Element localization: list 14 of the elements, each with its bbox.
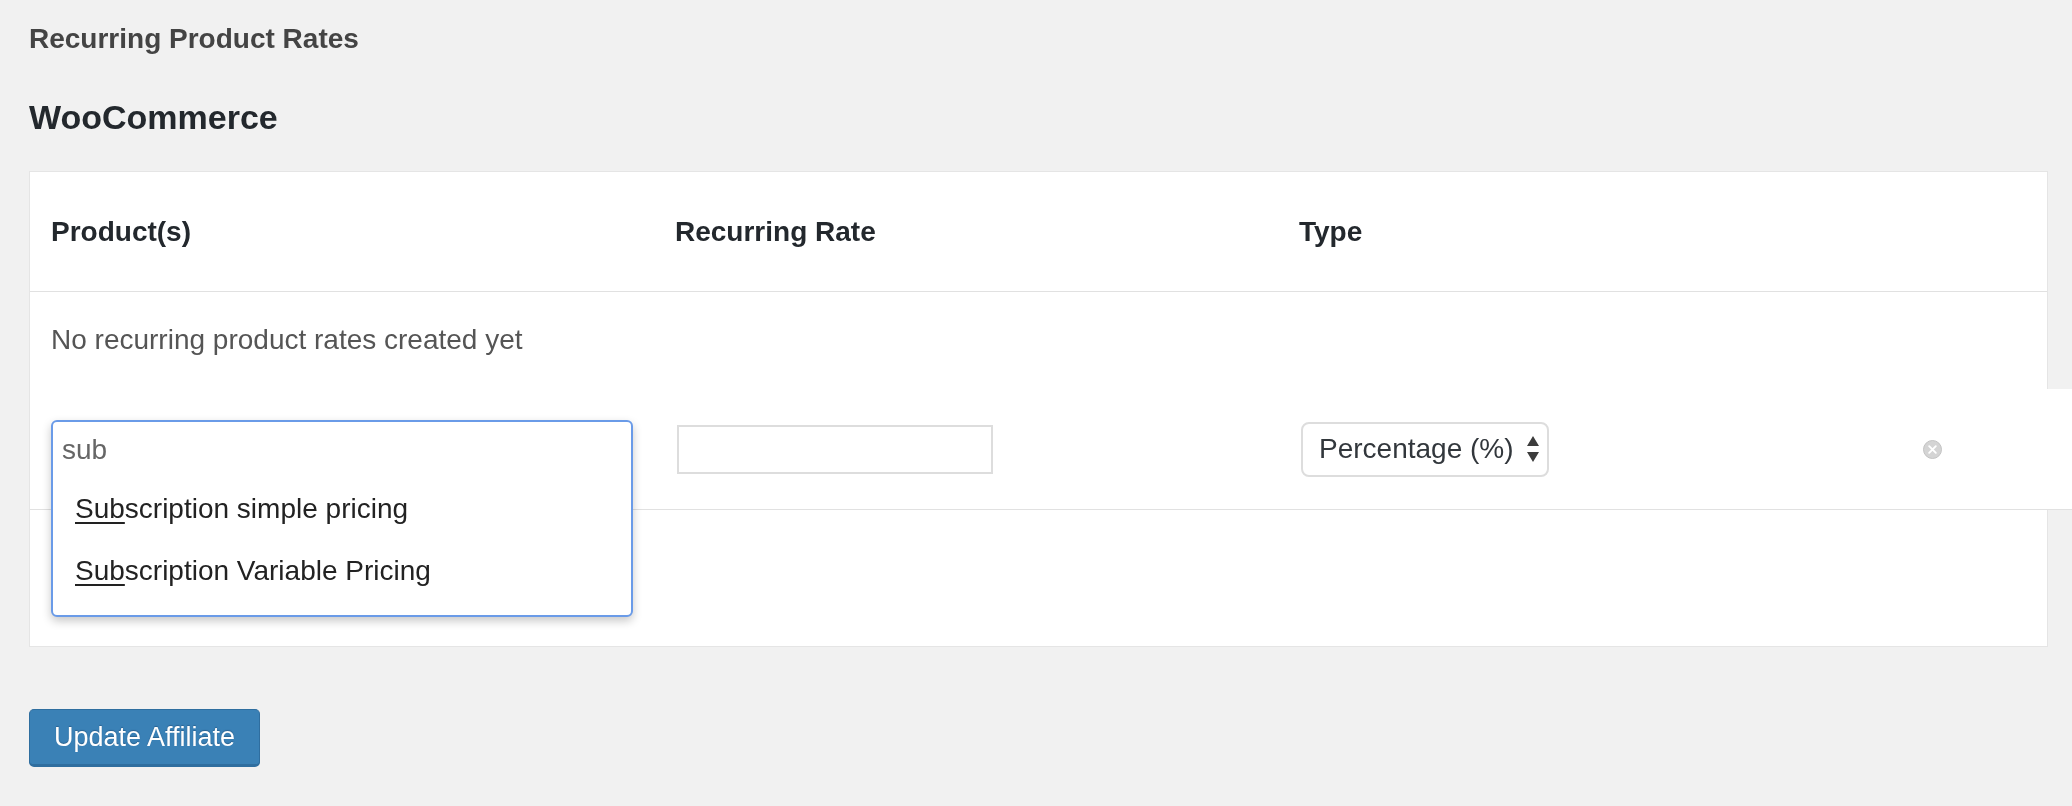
column-header: Product(s) [51,215,191,247]
suggestion-option[interactable]: Subscription simple pricing [53,477,631,540]
up-down-caret-icon [1527,436,1539,462]
suggestion-option[interactable]: Subscription Variable Pricing [53,539,631,602]
type-select[interactable]: Percentage (%) [1301,421,1549,477]
page-heading: Recurring Product Rates [29,23,359,55]
close-circle-icon[interactable] [1923,439,1942,459]
update-affiliate-button[interactable]: Update Affiliate [29,709,260,767]
column-header: Recurring Rate [675,215,876,247]
empty-message: No recurring product rates created yet [51,324,523,355]
rate-input[interactable] [677,424,993,474]
column-header: Type [1299,215,1363,247]
search-field[interactable]: sub [62,429,602,470]
section-title: WooCommerce [29,97,278,137]
